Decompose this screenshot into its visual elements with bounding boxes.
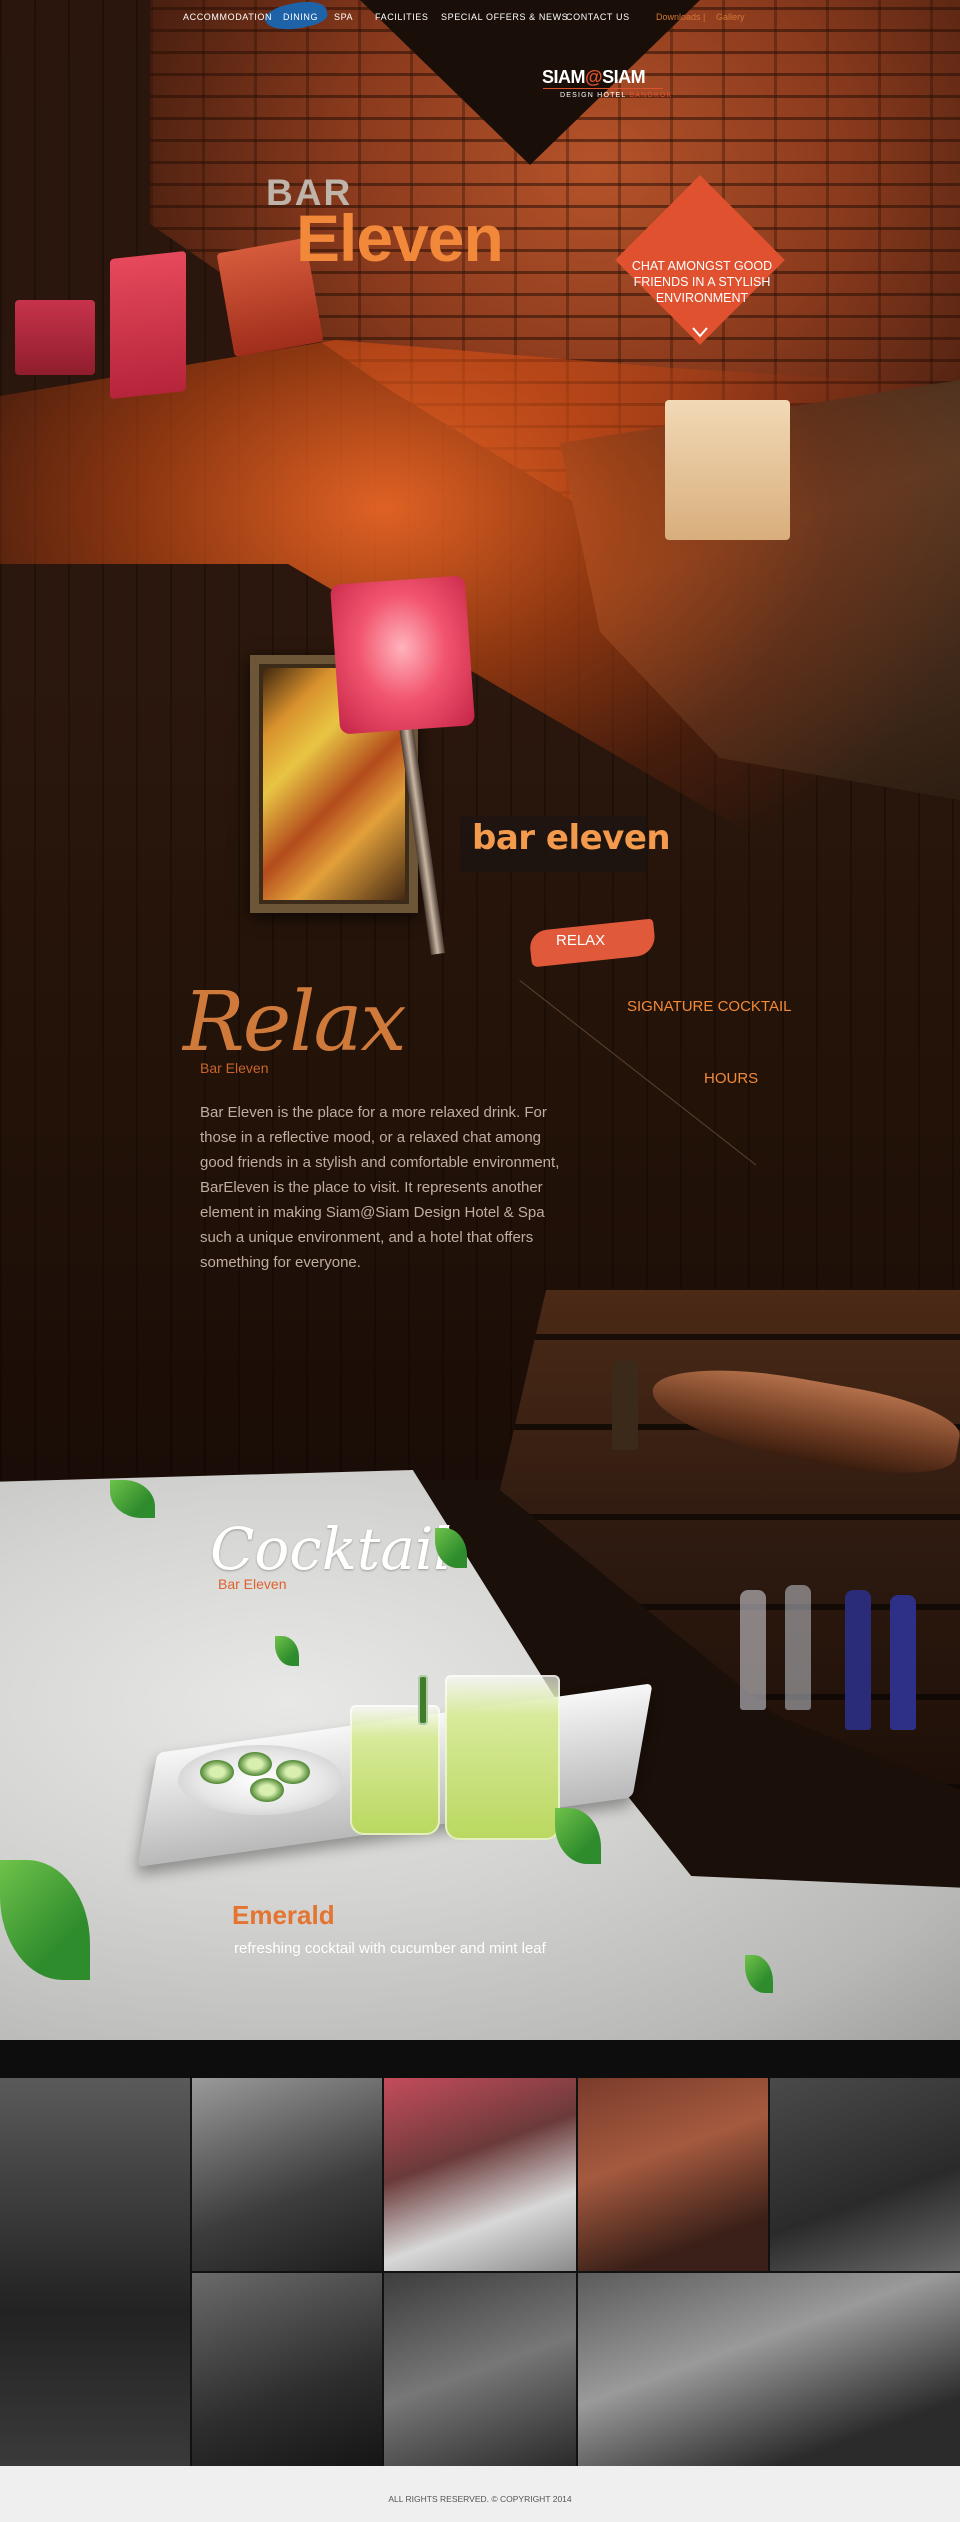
bottle-decoration (890, 1595, 916, 1730)
bottle-decoration (740, 1590, 766, 1710)
gallery-link[interactable]: Gallery (716, 12, 745, 22)
cucumber-slice (200, 1760, 234, 1784)
tab-hours[interactable]: HOURS (704, 1070, 758, 1087)
hero-title-large: Eleven (296, 201, 504, 275)
gallery-photo[interactable] (384, 2273, 576, 2466)
logo-underline (543, 88, 663, 89)
logo-name-right: SIAM (602, 67, 646, 87)
downloads-link[interactable]: Downloads (656, 12, 701, 22)
tab-signature-cocktail[interactable]: SIGNATURE COCKTAIL (627, 998, 791, 1015)
bottle-decoration (785, 1585, 811, 1710)
pink-lamp (329, 575, 476, 735)
relax-description: Bar Eleven is the place for a more relax… (200, 1104, 560, 1271)
photo-gallery (0, 2078, 960, 2466)
logo-name-left: SIAM (542, 67, 586, 87)
gallery-photo[interactable] (384, 2078, 576, 2271)
logo-tagline-left: DESIGN HOTEL (560, 92, 627, 99)
gallery-photo[interactable] (578, 2273, 960, 2466)
bottle-decoration (845, 1590, 871, 1730)
nav-accommodation[interactable]: ACCOMMODATION (183, 12, 272, 22)
nav-special-offers[interactable]: SPECIAL OFFERS & NEWS (441, 12, 568, 22)
relax-script-title: Relax (183, 975, 407, 1070)
cucumber-slice (276, 1760, 310, 1784)
chevron-down-icon[interactable] (690, 322, 710, 342)
tab-relax[interactable]: RELAX (556, 932, 605, 949)
nav-contact-us[interactable]: CONTACT US (566, 12, 630, 22)
utility-separator: | (703, 12, 706, 22)
lantern-decoration (15, 300, 95, 375)
nav-spa[interactable]: SPA (334, 12, 353, 22)
gallery-photo[interactable] (192, 2078, 382, 2271)
cucumber-slice (238, 1752, 272, 1776)
cucumber-slice (250, 1778, 284, 1802)
bar-sign-text: bar eleven (472, 818, 671, 858)
gallery-photo[interactable] (192, 2273, 382, 2466)
logo-tagline: DESIGN HOTEL BANGKOK (560, 92, 672, 99)
nav-dining[interactable]: DINING (283, 12, 318, 22)
gallery-photo[interactable] (0, 2078, 190, 2466)
cocktail-glass (350, 1705, 440, 1835)
gallery-photo[interactable] (578, 2078, 768, 2271)
hotel-logo[interactable]: SIAM@SIAM (542, 67, 646, 88)
top-navigation: ACCOMMODATION DINING SPA FACILITIES SPEC… (0, 0, 960, 37)
relax-subtitle: Bar Eleven (200, 1060, 269, 1076)
cocktail-name: Emerald (232, 1900, 335, 1930)
cocktail-description: refreshing cocktail with cucumber and mi… (234, 1940, 546, 1957)
bottle-decoration (612, 1360, 638, 1450)
logo-at-symbol: @ (585, 67, 603, 87)
torn-edge-divider (0, 2040, 960, 2080)
gallery-photo[interactable] (770, 2078, 960, 2271)
lantern-decoration (110, 251, 186, 399)
copyright-text: ALL RIGHTS RESERVED. © COPYRIGHT 2014 (388, 2494, 572, 2504)
nav-facilities[interactable]: FACILITIES (375, 12, 429, 22)
cocktail-glass (445, 1675, 560, 1840)
logo-tagline-right: BANGKOK (629, 92, 673, 99)
cocktail-subtitle: Bar Eleven (218, 1576, 287, 1592)
page: BAR Eleven CHAT AMONGST GOOD FRIENDS IN … (0, 0, 960, 2522)
cocktail-script-title: Cocktail (210, 1515, 452, 1583)
cucumber-stick (418, 1675, 428, 1725)
callout-text: CHAT AMONGST GOOD FRIENDS IN A STYLISH E… (631, 259, 773, 305)
floor-lamp-decoration (665, 400, 790, 540)
